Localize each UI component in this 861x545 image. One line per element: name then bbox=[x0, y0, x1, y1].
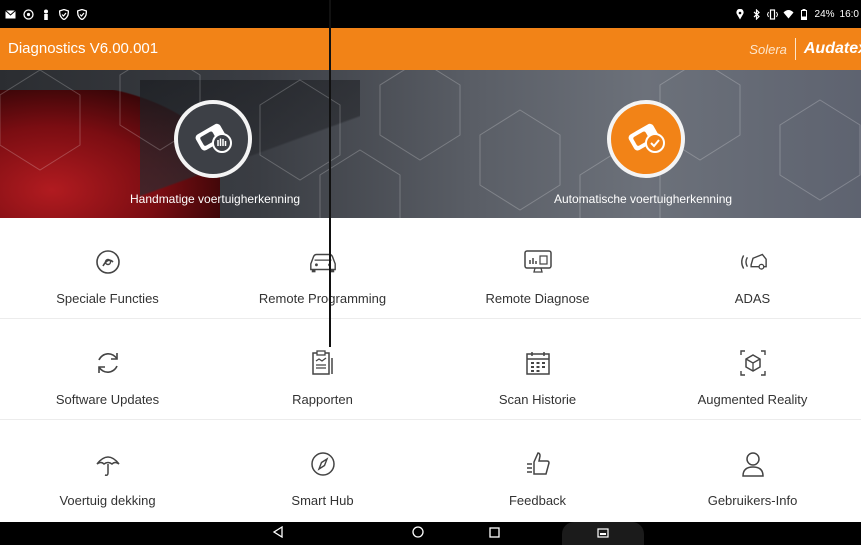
audatex-logo: Audatex bbox=[803, 40, 861, 57]
tile-label: Speciale Functies bbox=[56, 291, 159, 306]
pointer-line bbox=[329, 0, 331, 347]
tile-label: Feedback bbox=[508, 493, 567, 508]
tile-label: Rapporten bbox=[292, 392, 353, 407]
app-bar: Diagnostics V6.00.001 Solera Audatex bbox=[0, 28, 861, 70]
user-icon bbox=[738, 450, 768, 478]
bluetooth-icon bbox=[751, 8, 762, 20]
brand-logo: Solera Audatex bbox=[749, 28, 861, 70]
umbrella-icon bbox=[93, 450, 123, 478]
manual-identification-label[interactable]: Handmatige voertuigherkenning bbox=[130, 192, 300, 206]
tile-label: Software Updates bbox=[55, 392, 160, 407]
shield-icon bbox=[58, 8, 70, 20]
auto-vin-icon bbox=[622, 113, 670, 166]
battery-icon bbox=[799, 8, 810, 20]
tile-label: Scan Historie bbox=[498, 392, 577, 407]
tile-remote-programming[interactable]: Remote Programming bbox=[215, 218, 430, 318]
settings-icon bbox=[22, 8, 34, 20]
tile-label: Remote Diagnose bbox=[485, 291, 590, 306]
thumbs-up-icon bbox=[523, 450, 553, 478]
grid-row: Software Updates Rapporten Scan Historie… bbox=[0, 319, 861, 420]
cube-icon bbox=[738, 349, 768, 377]
keyboard-icon bbox=[597, 525, 609, 543]
tile-speciale-functies[interactable]: Speciale Functies bbox=[0, 218, 215, 318]
vehicle-identification-banner: Handmatige voertuigherkenning Automatisc… bbox=[0, 70, 861, 218]
solera-logo: Solera bbox=[749, 41, 787, 57]
back-button[interactable] bbox=[268, 522, 288, 545]
mail-icon bbox=[4, 8, 16, 20]
vibrate-icon bbox=[766, 8, 778, 20]
tile-smart-hub[interactable]: Smart Hub bbox=[215, 420, 430, 520]
home-button[interactable] bbox=[408, 522, 428, 545]
tile-label: Gebruikers-Info bbox=[707, 493, 798, 508]
compass-icon bbox=[308, 450, 338, 478]
tile-adas[interactable]: ADAS bbox=[645, 218, 860, 318]
tile-label: Smart Hub bbox=[291, 493, 354, 508]
tile-label: Remote Programming bbox=[258, 291, 387, 306]
tile-augmented-reality[interactable]: Augmented Reality bbox=[645, 319, 860, 419]
grid-row: Speciale Functies Remote Programming Rem… bbox=[0, 218, 861, 319]
status-right: 24% 16:0 bbox=[735, 0, 859, 28]
keyboard-button[interactable] bbox=[562, 522, 644, 545]
automatic-identification-label[interactable]: Automatische voertuigherkenning bbox=[554, 192, 732, 206]
manual-vin-icon bbox=[189, 113, 237, 166]
tile-rapporten[interactable]: Rapporten bbox=[215, 319, 430, 419]
tile-voertuig-dekking[interactable]: Voertuig dekking bbox=[0, 420, 215, 520]
function-grid: Speciale Functies Remote Programming Rem… bbox=[0, 218, 861, 522]
back-icon bbox=[272, 525, 284, 543]
recent-apps-icon bbox=[488, 525, 500, 543]
recent-apps-button[interactable] bbox=[484, 522, 504, 545]
status-left bbox=[4, 0, 88, 28]
report-icon bbox=[308, 349, 338, 377]
status-bar: 24% 16:0 bbox=[0, 0, 861, 28]
manual-identification-button[interactable] bbox=[174, 100, 252, 178]
navigation-bar bbox=[0, 522, 861, 545]
grid-row: Voertuig dekking Smart Hub Feedback Gebr… bbox=[0, 420, 861, 520]
home-icon bbox=[412, 525, 424, 543]
shield-icon bbox=[76, 8, 88, 20]
tile-label: Augmented Reality bbox=[697, 392, 808, 407]
refresh-icon bbox=[93, 349, 123, 377]
tile-gebruikers-info[interactable]: Gebruikers-Info bbox=[645, 420, 860, 520]
car-icon bbox=[308, 248, 338, 276]
tile-label: Voertuig dekking bbox=[59, 493, 156, 508]
wifi-icon bbox=[783, 9, 794, 20]
tile-remote-diagnose[interactable]: Remote Diagnose bbox=[430, 218, 645, 318]
calendar-icon bbox=[523, 349, 553, 377]
clock: 16:0 bbox=[839, 8, 859, 20]
person-icon bbox=[40, 8, 52, 20]
tile-label: ADAS bbox=[734, 291, 771, 306]
automatic-identification-button[interactable] bbox=[607, 100, 685, 178]
tile-software-updates[interactable]: Software Updates bbox=[0, 319, 215, 419]
app-title: Diagnostics V6.00.001 bbox=[8, 40, 159, 57]
tile-feedback[interactable]: Feedback bbox=[430, 420, 645, 520]
special-functions-icon bbox=[93, 248, 123, 276]
monitor-icon bbox=[523, 248, 553, 276]
location-icon bbox=[735, 8, 746, 20]
battery-percent: 24% bbox=[814, 8, 835, 20]
tile-scan-historie[interactable]: Scan Historie bbox=[430, 319, 645, 419]
adas-icon bbox=[738, 248, 768, 276]
